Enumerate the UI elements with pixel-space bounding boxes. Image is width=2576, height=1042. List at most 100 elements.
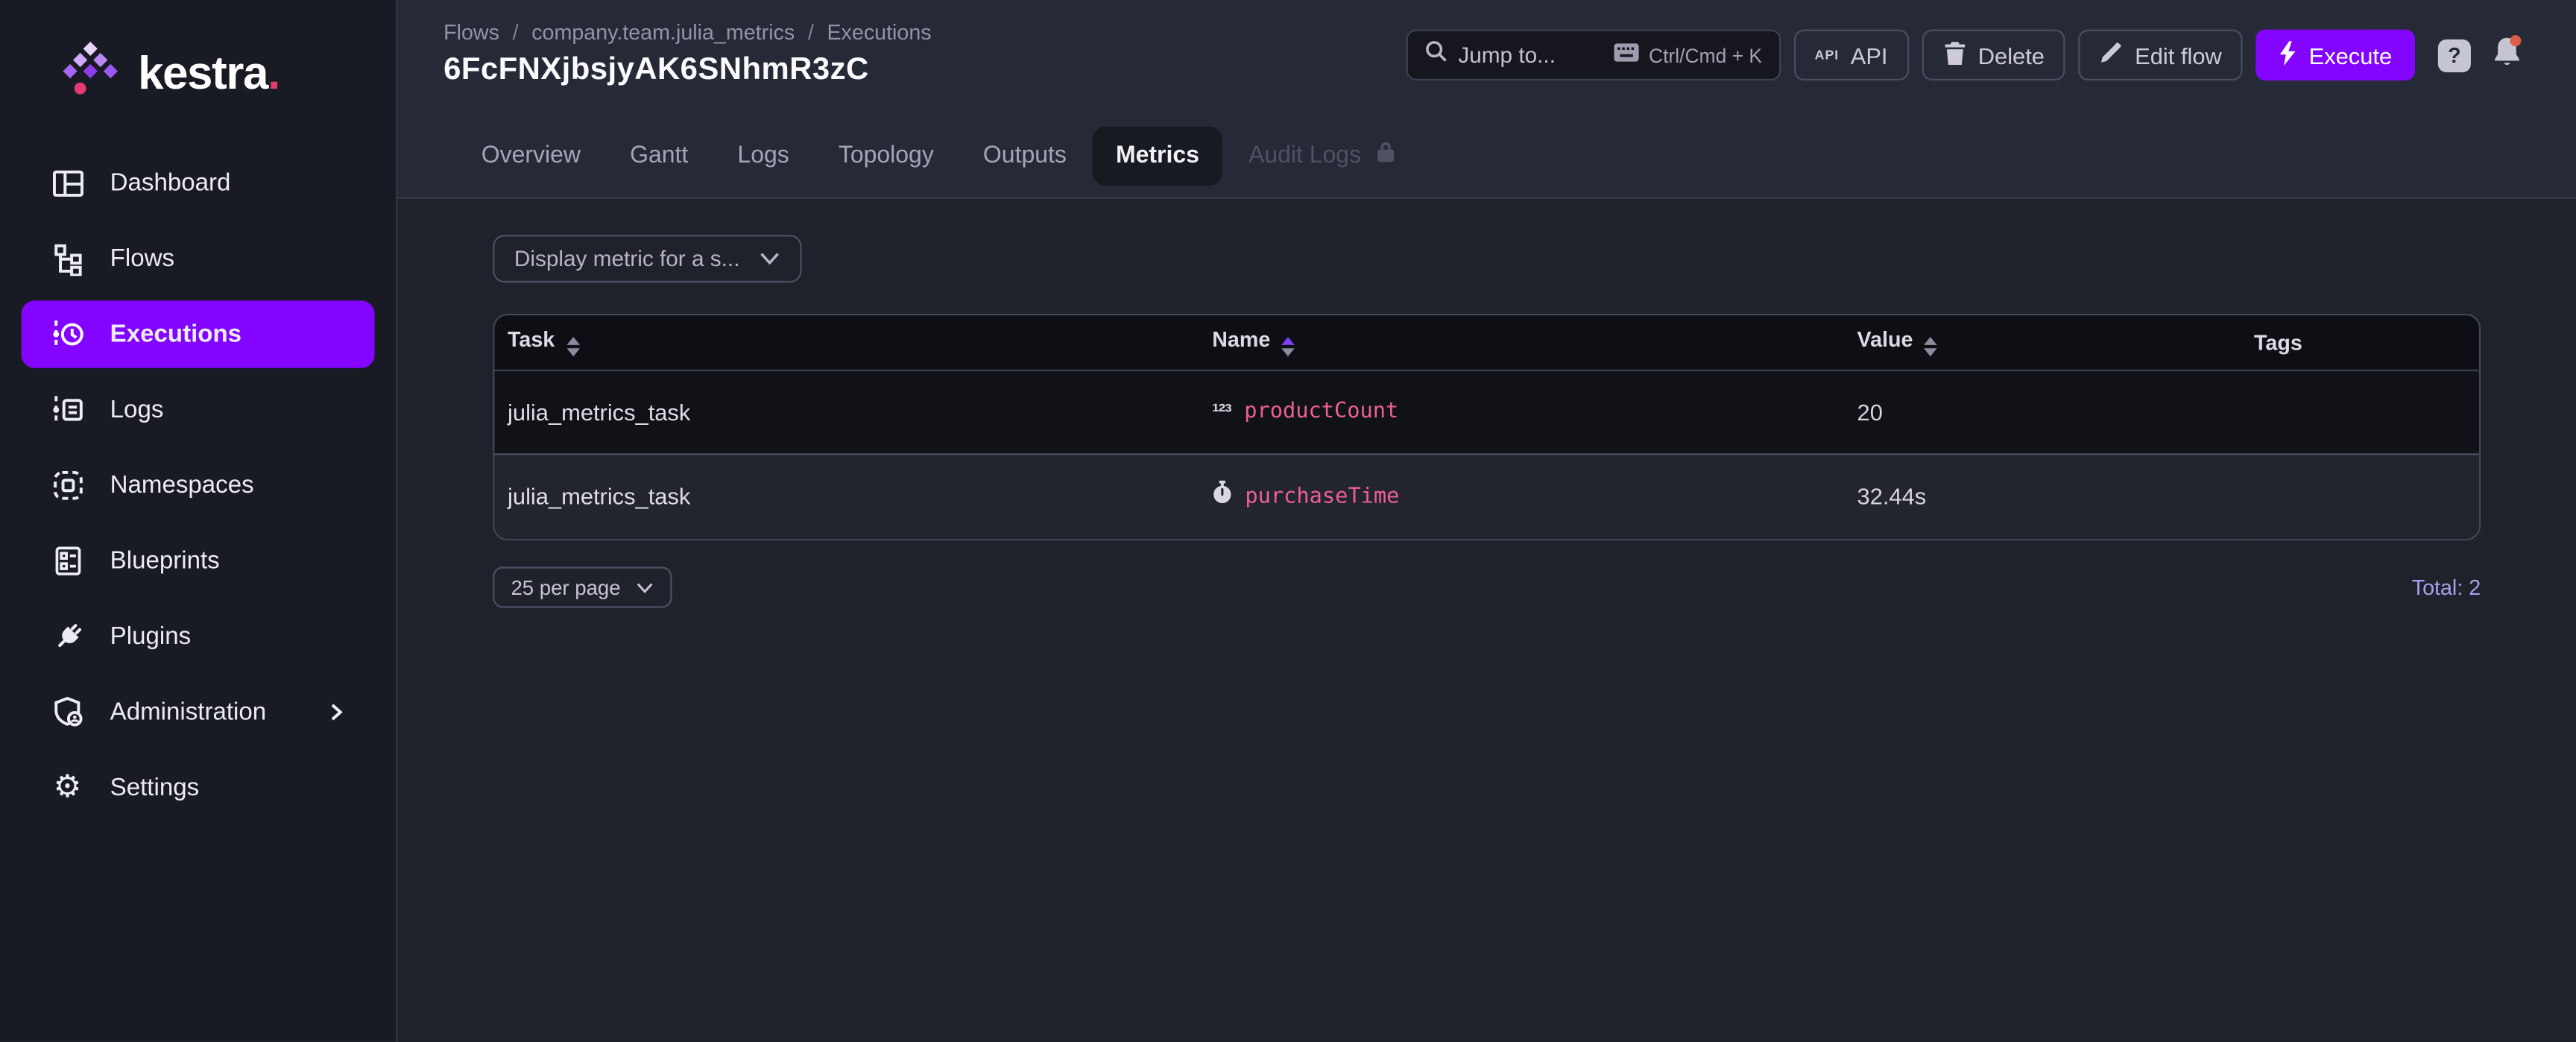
sidebar-item-flows[interactable]: Flows: [22, 225, 375, 292]
tab-overview[interactable]: Overview: [458, 127, 604, 186]
header-controls: Jump to... Ctrl/Cmd + K API API: [1406, 30, 2524, 80]
sidebar-item-label: Namespaces: [110, 472, 254, 499]
executions-icon: [49, 316, 85, 352]
blueprints-icon: [49, 543, 85, 578]
breadcrumb-separator: /: [513, 19, 519, 44]
bell-icon: [2490, 34, 2523, 76]
edit-flow-button[interactable]: Edit flow: [2079, 30, 2243, 80]
api-icon: API: [1815, 48, 1840, 63]
sidebar-item-label: Blueprints: [110, 547, 220, 575]
table-header-row: Task Name Value Tags: [494, 315, 2479, 370]
plugins-icon: [49, 619, 85, 654]
sidebar-item-blueprints[interactable]: Blueprints: [22, 528, 375, 595]
execute-button[interactable]: Execute: [2256, 30, 2415, 80]
sidebar-item-settings[interactable]: ⚙ Settings: [22, 754, 375, 821]
sidebar-item-label: Logs: [110, 396, 164, 423]
help-icon[interactable]: ?: [2438, 39, 2471, 72]
tab-metrics[interactable]: Metrics: [1093, 127, 1222, 186]
cell-tags: [2241, 370, 2479, 453]
cell-value: 32.44s: [1844, 453, 2241, 539]
column-header-task[interactable]: Task: [494, 315, 1199, 370]
breadcrumb-item-executions[interactable]: Executions: [827, 19, 931, 44]
per-page-select[interactable]: 25 per page: [493, 566, 672, 607]
notification-dot: [2510, 34, 2521, 45]
kestra-logo[interactable]: kestra.: [59, 40, 396, 107]
sidebar: kestra. Dashboard Flows Executions: [0, 0, 397, 1042]
table-row[interactable]: julia_metrics_task ¹²³ productCount 20: [494, 370, 2479, 453]
metric-filter-placeholder: Display metric for a s...: [514, 247, 740, 271]
column-header-tags: Tags: [2241, 315, 2479, 370]
breadcrumb-item-flows[interactable]: Flows: [443, 19, 499, 44]
metrics-table: Task Name Value Tags: [493, 314, 2481, 540]
sidebar-item-label: Administration: [110, 698, 266, 726]
cell-name: ¹²³ productCount: [1199, 370, 1844, 453]
namespaces-icon: [49, 467, 85, 503]
search-shortcut: Ctrl/Cmd + K: [1612, 42, 1762, 67]
sidebar-item-executions[interactable]: Executions: [22, 300, 375, 367]
api-button[interactable]: API API: [1793, 30, 1909, 80]
sort-arrows[interactable]: [1925, 337, 1938, 356]
administration-icon: [49, 694, 85, 730]
cell-task: julia_metrics_task: [494, 370, 1199, 453]
cell-task: julia_metrics_task: [494, 453, 1199, 539]
sidebar-nav: Dashboard Flows Executions Logs: [0, 150, 396, 821]
pencil-icon: [2100, 41, 2124, 69]
topbar: Flows / company.team.julia_metrics / Exe…: [397, 0, 2576, 199]
sidebar-item-plugins[interactable]: Plugins: [22, 603, 375, 670]
lightning-icon: [2279, 40, 2297, 70]
breadcrumb-separator: /: [808, 19, 814, 44]
table-row[interactable]: julia_metrics_task purchaseTime 32.44s: [494, 453, 2479, 539]
breadcrumb: Flows / company.team.julia_metrics / Exe…: [443, 16, 932, 44]
sidebar-item-label: Settings: [110, 774, 199, 801]
delete-button[interactable]: Delete: [1922, 30, 2066, 80]
tab-outputs[interactable]: Outputs: [960, 127, 1090, 186]
tab-topology[interactable]: Topology: [815, 127, 957, 186]
column-header-name[interactable]: Name: [1199, 315, 1844, 370]
timer-icon: [1212, 480, 1231, 513]
app-root: kestra. Dashboard Flows Executions: [0, 0, 2576, 1042]
search-icon: [1424, 40, 1447, 71]
column-header-value[interactable]: Value: [1844, 315, 2241, 370]
total-count: Total: 2: [2412, 575, 2481, 599]
metric-name: purchaseTime: [1245, 484, 1399, 509]
metric-filter-select[interactable]: Display metric for a s...: [493, 235, 802, 282]
lock-icon: [1374, 127, 1396, 186]
breadcrumb-item-namespace[interactable]: company.team.julia_metrics: [531, 19, 795, 44]
execution-tabs: Overview Gantt Logs Topology Outputs Met…: [458, 127, 1422, 186]
sidebar-item-label: Executions: [110, 321, 242, 348]
jump-to-search-input[interactable]: Jump to... Ctrl/Cmd + K: [1406, 30, 1781, 80]
metrics-content: Display metric for a s... Task Name: [397, 199, 2576, 1042]
sidebar-item-administration[interactable]: Administration: [22, 678, 375, 745]
main-area: Flows / company.team.julia_metrics / Exe…: [397, 0, 2576, 1042]
sidebar-item-dashboard[interactable]: Dashboard: [22, 150, 375, 217]
trash-icon: [1943, 40, 1966, 70]
header-left: Flows / company.team.julia_metrics / Exe…: [443, 16, 932, 89]
dashboard-icon: [49, 165, 85, 201]
sidebar-item-logs[interactable]: Logs: [22, 376, 375, 443]
settings-icon: ⚙: [49, 770, 85, 806]
table-footer: 25 per page Total: 2: [493, 566, 2481, 607]
sort-arrows[interactable]: [1282, 337, 1295, 356]
sidebar-item-namespaces[interactable]: Namespaces: [22, 452, 375, 519]
kestra-logo-text: kestra.: [138, 50, 280, 96]
flows-icon: [49, 241, 85, 277]
kestra-logo-mark-icon: [59, 40, 121, 107]
cell-tags: [2241, 453, 2479, 539]
logs-icon: [49, 392, 85, 428]
sidebar-item-label: Dashboard: [110, 169, 231, 197]
sidebar-item-label: Plugins: [110, 622, 191, 650]
notifications-bell[interactable]: [2490, 34, 2523, 76]
chevron-down-icon: [635, 576, 653, 599]
cell-name: purchaseTime: [1199, 453, 1844, 539]
chevron-down-icon: [760, 247, 781, 271]
sort-arrows[interactable]: [566, 337, 580, 356]
numeric-123-icon: ¹²³: [1212, 400, 1231, 424]
cell-value: 20: [1844, 370, 2241, 453]
page-title: 6FcFNXjbsjyAK6SNhmR3zC: [443, 53, 932, 89]
sidebar-item-label: Flows: [110, 244, 174, 272]
keyboard-shortcut-icon: [1612, 42, 1638, 67]
tab-gantt[interactable]: Gantt: [607, 127, 711, 186]
tab-logs[interactable]: Logs: [715, 127, 812, 186]
tab-audit-logs: Audit Logs: [1225, 127, 1418, 186]
chevron-right-icon: [325, 701, 347, 723]
